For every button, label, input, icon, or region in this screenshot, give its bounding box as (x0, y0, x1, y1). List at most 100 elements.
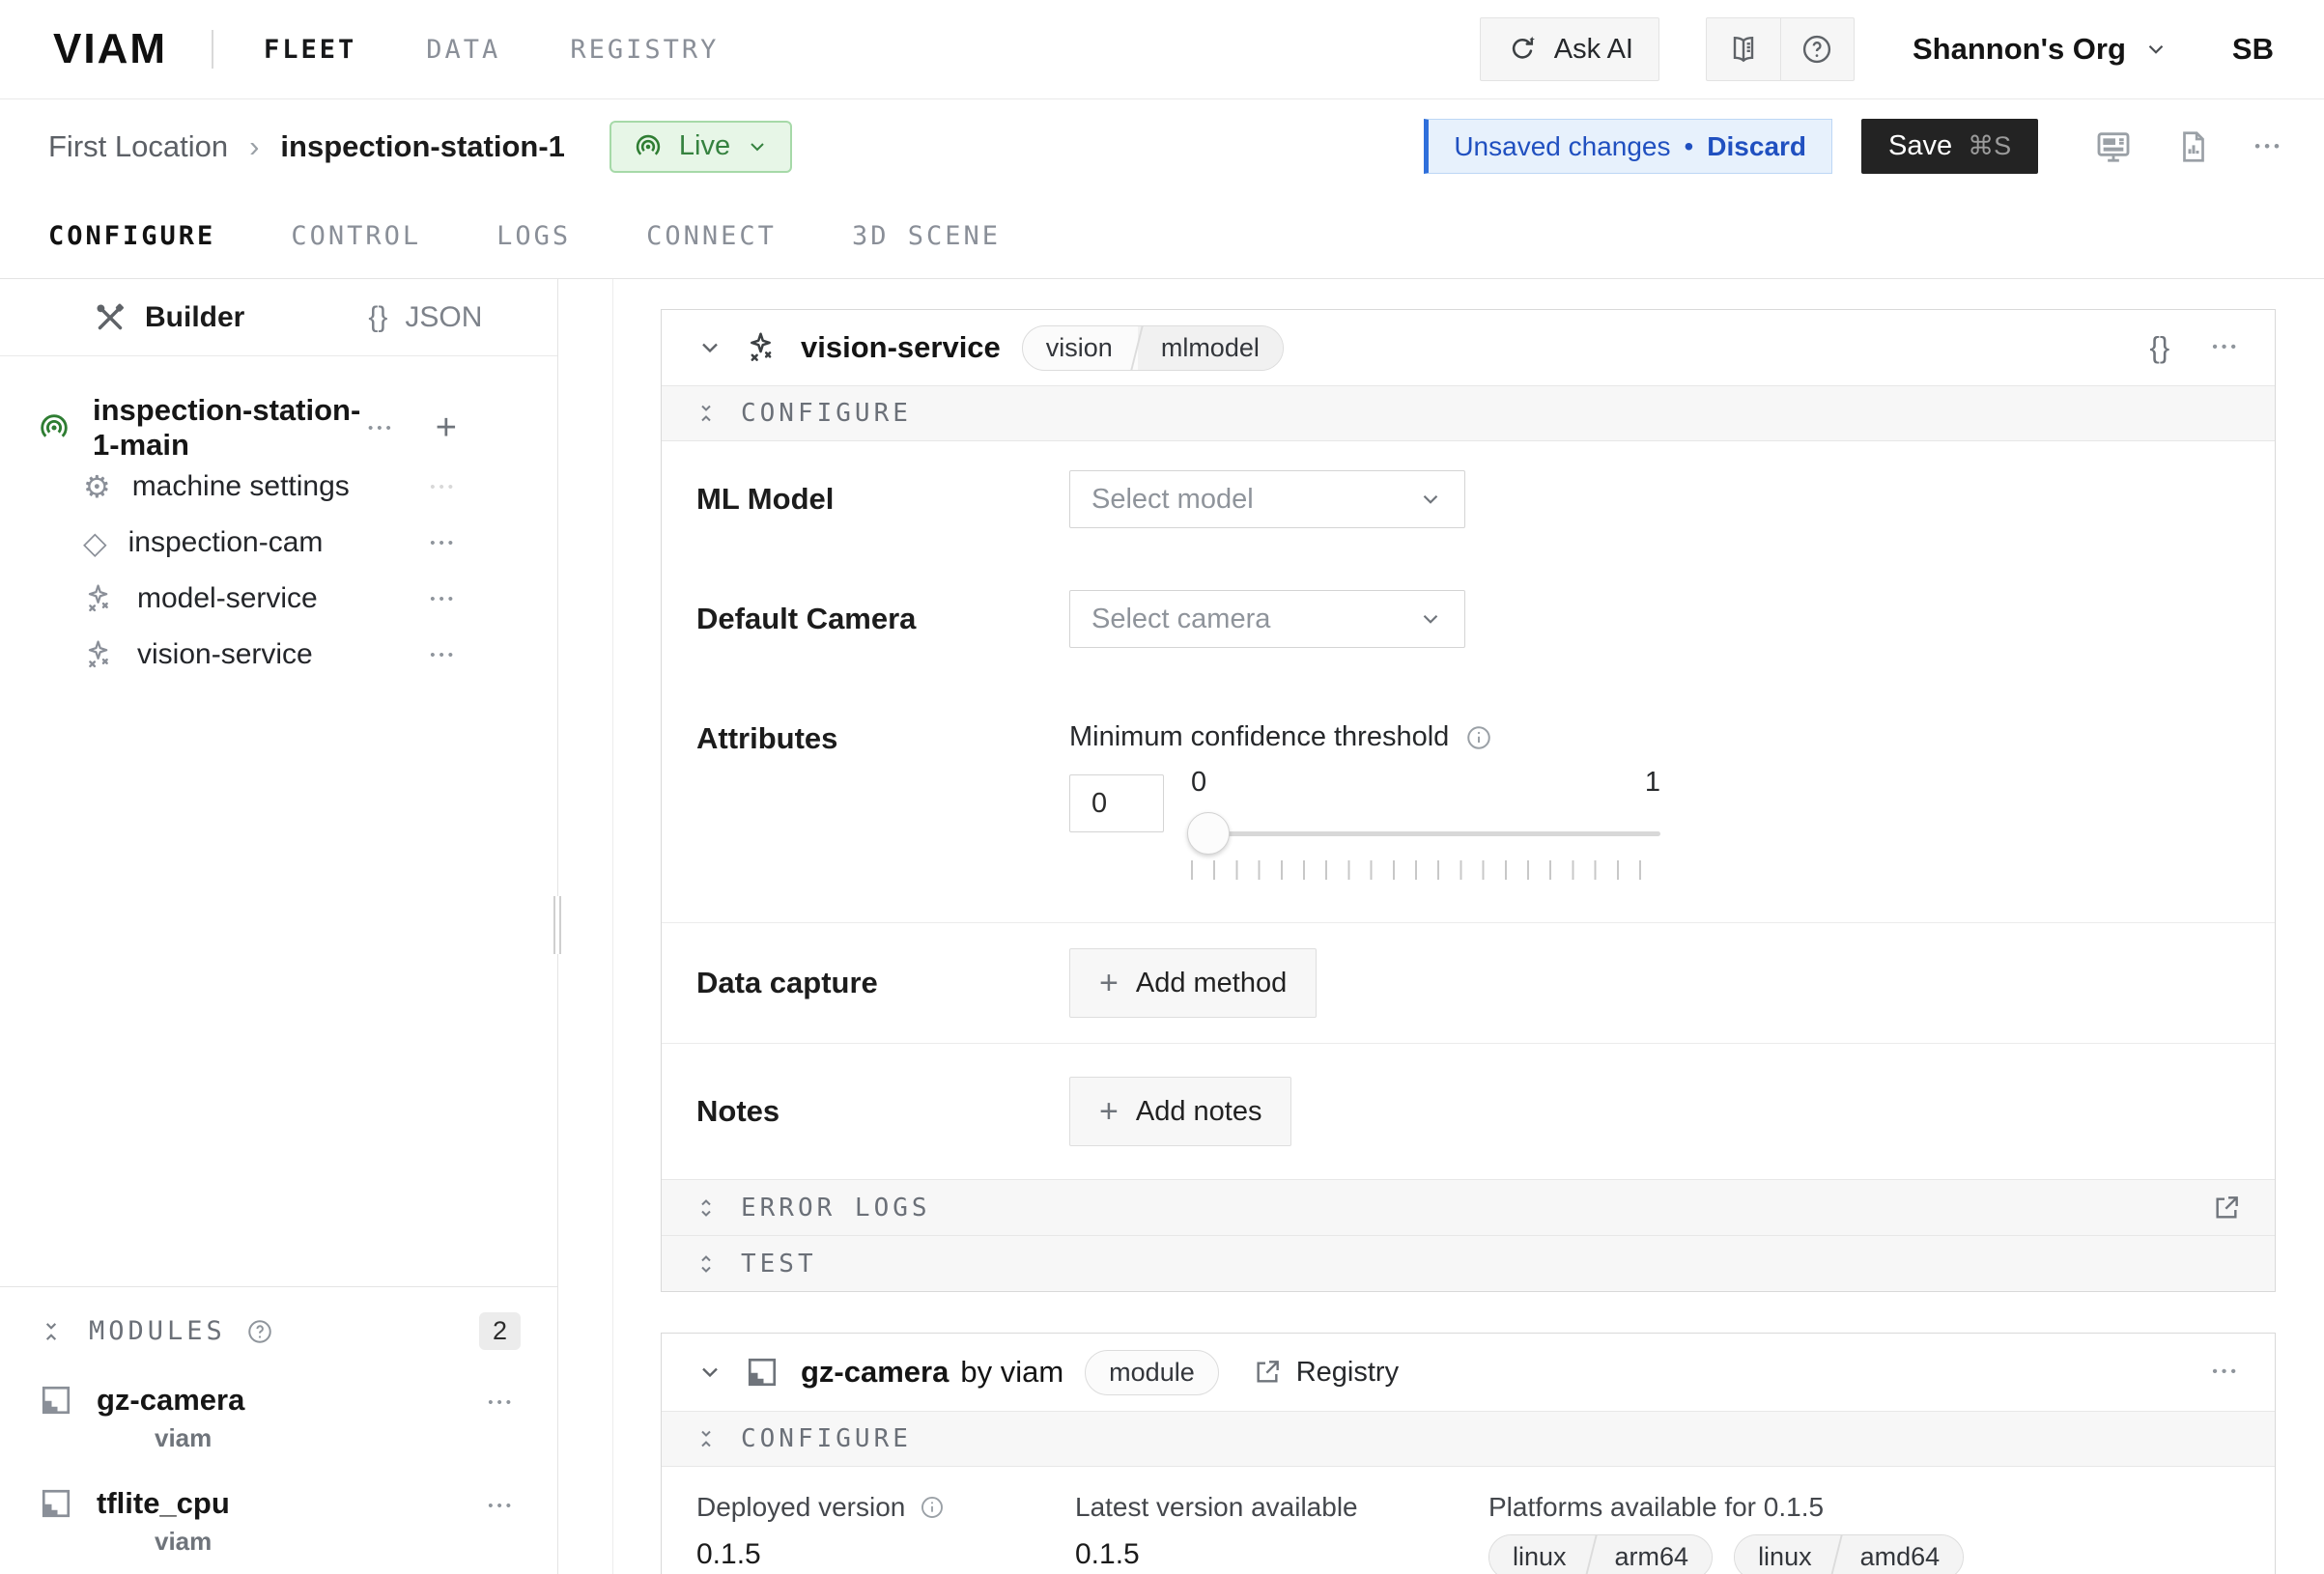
tree-item-menu[interactable]: ••• (430, 591, 457, 607)
json-view-button[interactable]: {} (2149, 330, 2169, 365)
collapse-card-chevron[interactable] (696, 1359, 723, 1386)
avatar[interactable]: SB (2232, 32, 2274, 67)
default-camera-select[interactable]: Select camera (1069, 590, 1465, 648)
attributes-label: Attributes (696, 721, 1069, 756)
modules-help-icon[interactable] (245, 1317, 274, 1346)
add-component-button[interactable]: + (436, 409, 457, 446)
expand-vertical-icon[interactable] (694, 1252, 718, 1276)
tree-item-inspection-cam[interactable]: ◇ inspection-cam ••• (0, 515, 557, 571)
nav-data[interactable]: DATA (426, 35, 500, 65)
module-item-tflite-cpu[interactable]: tflite_cpu viam ••• (0, 1486, 557, 1557)
platform-os: linux (1735, 1535, 1835, 1574)
configure-section-bar: CONFIGURE (662, 385, 2275, 441)
platform-arch: amd64 (1837, 1535, 1964, 1574)
plus-icon: + (1099, 1095, 1119, 1128)
info-icon[interactable] (919, 1494, 946, 1521)
camera-component-icon: ◇ (83, 527, 107, 558)
add-method-button[interactable]: + Add method (1069, 948, 1317, 1018)
tree-item-machine-settings[interactable]: ⚙ machine settings ••• (0, 459, 557, 515)
latest-version-value: 0.1.5 (1075, 1538, 1488, 1571)
nav-fleet[interactable]: FLEET (264, 35, 356, 65)
machine-part-tree: inspection-station-1-main ••• + ⚙ machin… (0, 356, 557, 683)
modules-title: MODULES (89, 1316, 226, 1346)
tree-item-main-part[interactable]: inspection-station-1-main ••• + (0, 397, 557, 459)
module-menu[interactable]: ••• (488, 1394, 515, 1411)
config-sidebar: Builder {} JSON inspection (0, 279, 558, 1574)
sidebar-resize-handle[interactable] (552, 896, 563, 954)
service-sparkle-icon (745, 330, 779, 365)
breadcrumb-location[interactable]: First Location (48, 129, 228, 164)
live-status-badge[interactable]: Live (609, 121, 792, 173)
module-org: viam (155, 1527, 230, 1557)
tab-configure[interactable]: CONFIGURE (48, 221, 215, 251)
module-menu[interactable]: ••• (488, 1498, 515, 1514)
ask-ai-sparkle-icon (1506, 33, 1539, 66)
module-name: gz-camera (97, 1383, 244, 1418)
discard-button[interactable]: Discard (1707, 131, 1806, 162)
json-mode-toggle[interactable]: {} JSON (368, 301, 482, 334)
card-more-menu[interactable]: ••• (2212, 339, 2240, 356)
viam-logo[interactable]: VIAM (53, 25, 167, 73)
add-notes-button[interactable]: + Add notes (1069, 1077, 1291, 1146)
card-more-menu[interactable]: ••• (2212, 1363, 2240, 1381)
machine-report-icon[interactable] (2175, 128, 2212, 165)
machine-status-icon[interactable] (2094, 127, 2133, 166)
chevron-down-icon (2143, 37, 2168, 62)
tree-item-model-service[interactable]: model-service ••• (0, 571, 557, 627)
nav-registry[interactable]: REGISTRY (570, 35, 719, 65)
tab-logs[interactable]: LOGS (496, 221, 571, 251)
module-card-byline: by viam (960, 1355, 1063, 1390)
unsaved-changes-banner: Unsaved changes • Discard (1424, 119, 1832, 174)
open-logs-icon[interactable] (2211, 1193, 2242, 1223)
config-canvas: vision-service vision mlmodel {} ••• (558, 279, 2324, 1574)
module-tag: module (1085, 1350, 1219, 1395)
ask-ai-button[interactable]: Ask AI (1480, 17, 1659, 81)
machine-more-menu[interactable]: ••• (2254, 137, 2283, 156)
breadcrumb-separator: › (249, 129, 259, 164)
unsaved-label: Unsaved changes (1454, 131, 1670, 162)
module-name: tflite_cpu (97, 1486, 230, 1521)
nav-divider (212, 30, 213, 69)
vision-card-header: vision-service vision mlmodel {} ••• (662, 310, 2275, 385)
viam-app: VIAM FLEET DATA REGISTRY Ask AI (0, 0, 2324, 1574)
slider-track[interactable] (1191, 812, 1660, 855)
slider-thumb[interactable] (1187, 812, 1230, 855)
latest-version-label: Latest version available (1075, 1492, 1358, 1523)
collapse-card-chevron[interactable] (696, 334, 723, 361)
threshold-input[interactable] (1069, 774, 1164, 832)
tree-item-vision-service[interactable]: vision-service ••• (0, 627, 557, 683)
ml-model-select[interactable]: Select model (1069, 470, 1465, 528)
help-button[interactable] (1780, 18, 1854, 80)
registry-link[interactable]: Registry (1252, 1357, 1399, 1389)
tab-connect[interactable]: CONNECT (646, 221, 777, 251)
threshold-field: Minimum confidence threshold (1069, 721, 1660, 880)
ml-model-label: ML Model (696, 482, 1069, 517)
collapse-vertical-icon[interactable] (694, 1427, 718, 1450)
modules-count-badge: 2 (479, 1312, 521, 1350)
module-item-gz-camera[interactable]: gz-camera viam ••• (0, 1383, 557, 1453)
platform-arch: arm64 (1592, 1535, 1713, 1574)
threshold-slider: 0 1 (1191, 774, 1660, 880)
tab-control[interactable]: CONTROL (291, 221, 421, 251)
chevron-down-icon (1418, 487, 1443, 512)
service-sparkle-icon (83, 638, 116, 671)
collapse-vertical-icon[interactable] (39, 1319, 64, 1344)
platforms-label: Platforms available for 0.1.5 (1488, 1492, 1824, 1523)
builder-mode-toggle[interactable]: Builder (93, 300, 244, 335)
save-button[interactable]: Save ⌘S (1861, 119, 2038, 174)
tree-item-menu[interactable]: ••• (430, 647, 457, 663)
main-part-menu[interactable]: ••• (368, 420, 395, 436)
collapse-vertical-icon[interactable] (694, 402, 718, 425)
broadcast-icon (633, 131, 664, 162)
tree-item-menu[interactable]: ••• (430, 479, 457, 495)
platform-tag-linux-amd64: linux amd64 (1734, 1534, 1964, 1574)
org-switcher[interactable]: Shannon's Org (1913, 32, 2168, 67)
expand-vertical-icon[interactable] (694, 1196, 718, 1220)
main-part-label: inspection-station-1-main (93, 393, 368, 463)
tree-item-menu[interactable]: ••• (430, 535, 457, 551)
top-nav: VIAM FLEET DATA REGISTRY Ask AI (0, 0, 2324, 99)
info-icon[interactable] (1464, 723, 1493, 752)
tools-icon (93, 300, 128, 335)
tab-3d-scene[interactable]: 3D SCENE (852, 221, 1001, 251)
docs-button[interactable] (1707, 18, 1780, 80)
